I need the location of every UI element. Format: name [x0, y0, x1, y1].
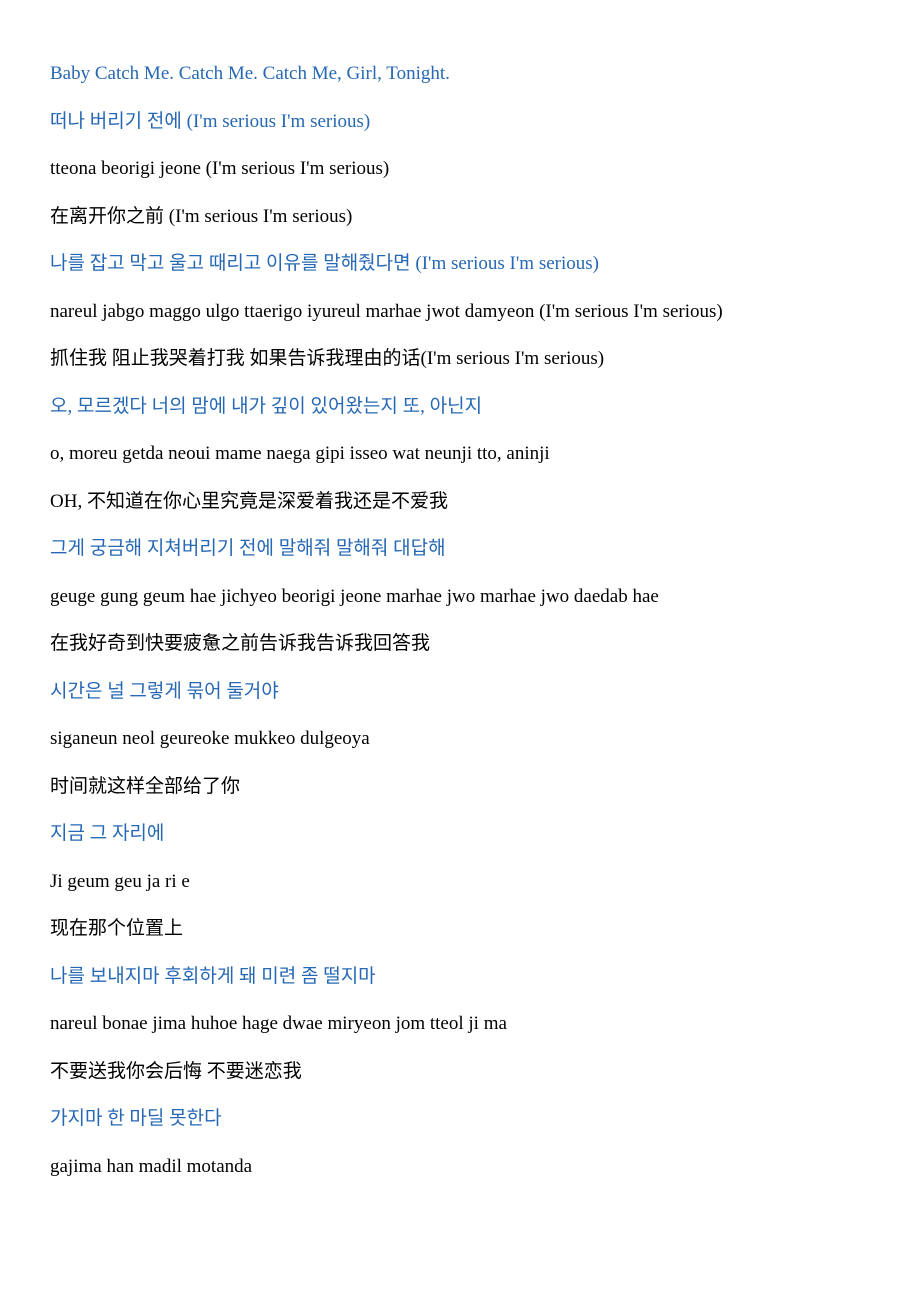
lyric-line: 现在那个位置上 [50, 915, 870, 944]
lyric-line: 在离开你之前 (I'm serious I'm serious) [50, 203, 870, 232]
lyric-line: Ji geum geu ja ri e [50, 868, 870, 897]
lyric-line: 在我好奇到快要疲惫之前告诉我告诉我回答我 [50, 630, 870, 659]
lyric-line: siganeun neol geureoke mukkeo dulgeoya [50, 725, 870, 754]
lyric-line: 가지마 한 마딜 못한다 [50, 1105, 870, 1134]
lyric-line: OH, 不知道在你心里究竟是深爱着我还是不爱我 [50, 488, 870, 517]
lyric-line: 不要送我你会后悔 不要迷恋我 [50, 1058, 870, 1087]
lyric-line: 그게 궁금해 지쳐버리기 전에 말해줘 말해줘 대답해 [50, 535, 870, 564]
lyric-line: nareul bonae jima huhoe hage dwae miryeo… [50, 1010, 870, 1039]
lyric-line: o, moreu getda neoui mame naega gipi iss… [50, 440, 870, 469]
lyric-line: 时间就这样全部给了你 [50, 773, 870, 802]
lyric-line: 떠나 버리기 전에 (I'm serious I'm serious) [50, 108, 870, 137]
lyric-line: 나를 보내지마 후회하게 돼 미련 좀 떨지마 [50, 963, 870, 992]
lyrics-content: Baby Catch Me. Catch Me. Catch Me, Girl,… [50, 60, 870, 1181]
lyric-line: 나를 잡고 막고 울고 때리고 이유를 말해줬다면 (I'm serious I… [50, 250, 870, 279]
lyric-line: Baby Catch Me. Catch Me. Catch Me, Girl,… [50, 60, 870, 89]
lyric-line: tteona beorigi jeone (I'm serious I'm se… [50, 155, 870, 184]
lyric-line: gajima han madil motanda [50, 1153, 870, 1182]
lyric-line: 抓住我 阻止我哭着打我 如果告诉我理由的话(I'm serious I'm se… [50, 345, 870, 374]
lyric-line: nareul jabgo maggo ulgo ttaerigo iyureul… [50, 298, 870, 327]
lyric-line: 오, 모르겠다 너의 맘에 내가 깊이 있어왔는지 또, 아닌지 [50, 393, 870, 422]
lyric-line: 지금 그 자리에 [50, 820, 870, 849]
lyric-line: geuge gung geum hae jichyeo beorigi jeon… [50, 583, 870, 612]
lyric-line: 시간은 널 그렇게 묶어 둘거야 [50, 678, 870, 707]
